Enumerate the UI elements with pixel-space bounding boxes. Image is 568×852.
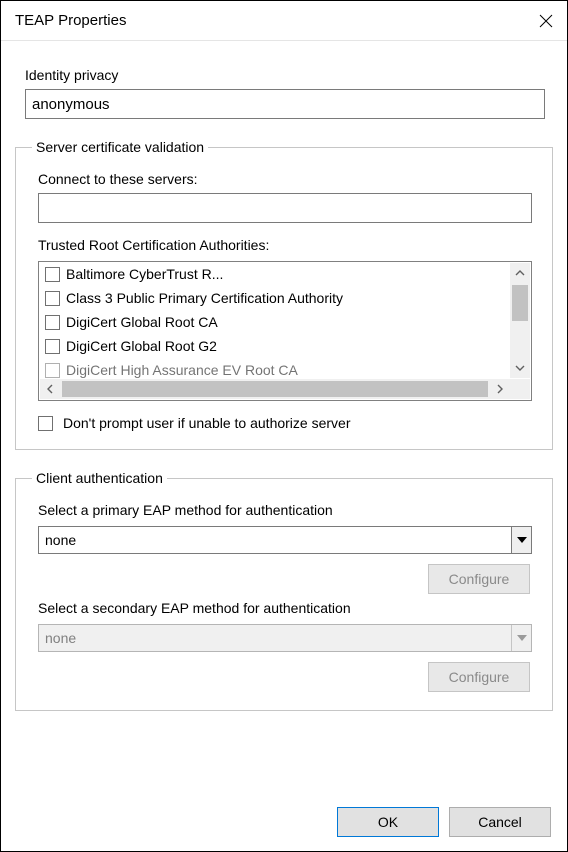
secondary-eap-combo: none <box>38 624 532 652</box>
authority-label: Class 3 Public Primary Certification Aut… <box>66 290 343 306</box>
server-cert-group: Server certificate validation Connect to… <box>15 139 553 450</box>
list-item[interactable]: DigiCert Global Root G2 <box>39 334 509 358</box>
identity-privacy-input[interactable] <box>25 89 545 119</box>
dont-prompt-label: Don't prompt user if unable to authorize… <box>63 415 351 431</box>
authority-checkbox[interactable] <box>45 315 60 330</box>
authority-label: DigiCert High Assurance EV Root CA <box>66 362 298 378</box>
authorities-listbox[interactable]: Baltimore CyberTrust R... Class 3 Public… <box>38 261 532 401</box>
vertical-scrollbar[interactable] <box>510 263 530 378</box>
scroll-thumb[interactable] <box>62 381 488 397</box>
scroll-up-icon[interactable] <box>510 263 530 283</box>
primary-eap-value: none <box>39 532 76 548</box>
authority-label: DigiCert Global Root G2 <box>66 338 217 354</box>
list-item[interactable]: Class 3 Public Primary Certification Aut… <box>39 286 509 310</box>
authorities-label: Trusted Root Certification Authorities: <box>38 237 542 253</box>
scroll-left-icon[interactable] <box>40 379 60 399</box>
title-bar: TEAP Properties <box>1 1 567 41</box>
horizontal-scrollbar[interactable] <box>40 379 510 399</box>
scroll-right-icon[interactable] <box>490 379 510 399</box>
cancel-button[interactable]: Cancel <box>449 807 551 837</box>
authority-checkbox[interactable] <box>45 363 60 378</box>
window-title: TEAP Properties <box>15 12 126 29</box>
secondary-eap-value: none <box>39 630 76 646</box>
secondary-configure-button: Configure <box>428 662 530 692</box>
identity-privacy-label: Identity privacy <box>25 67 553 83</box>
chevron-down-icon[interactable] <box>511 527 531 553</box>
list-item[interactable]: DigiCert High Assurance EV Root CA <box>39 358 509 378</box>
authority-checkbox[interactable] <box>45 339 60 354</box>
close-icon[interactable] <box>539 14 553 28</box>
authority-checkbox[interactable] <box>45 291 60 306</box>
server-cert-legend: Server certificate validation <box>32 139 208 155</box>
list-item[interactable]: DigiCert Global Root CA <box>39 310 509 334</box>
primary-configure-button: Configure <box>428 564 530 594</box>
primary-eap-label: Select a primary EAP method for authenti… <box>38 502 542 518</box>
dont-prompt-checkbox[interactable] <box>38 416 53 431</box>
list-item[interactable]: Baltimore CyberTrust R... <box>39 262 509 286</box>
chevron-down-icon <box>511 625 531 651</box>
authority-label: Baltimore CyberTrust R... <box>66 266 223 282</box>
client-auth-legend: Client authentication <box>32 470 167 486</box>
authority-checkbox[interactable] <box>45 267 60 282</box>
ok-button[interactable]: OK <box>337 807 439 837</box>
scroll-thumb[interactable] <box>512 285 528 321</box>
connect-servers-label: Connect to these servers: <box>38 171 542 187</box>
scroll-down-icon[interactable] <box>510 358 530 378</box>
client-auth-group: Client authentication Select a primary E… <box>15 470 553 711</box>
secondary-eap-label: Select a secondary EAP method for authen… <box>38 600 542 616</box>
dont-prompt-row[interactable]: Don't prompt user if unable to authorize… <box>38 415 542 431</box>
authority-label: DigiCert Global Root CA <box>66 314 218 330</box>
primary-eap-combo[interactable]: none <box>38 526 532 554</box>
scroll-corner <box>510 379 530 399</box>
connect-servers-input[interactable] <box>38 193 532 223</box>
